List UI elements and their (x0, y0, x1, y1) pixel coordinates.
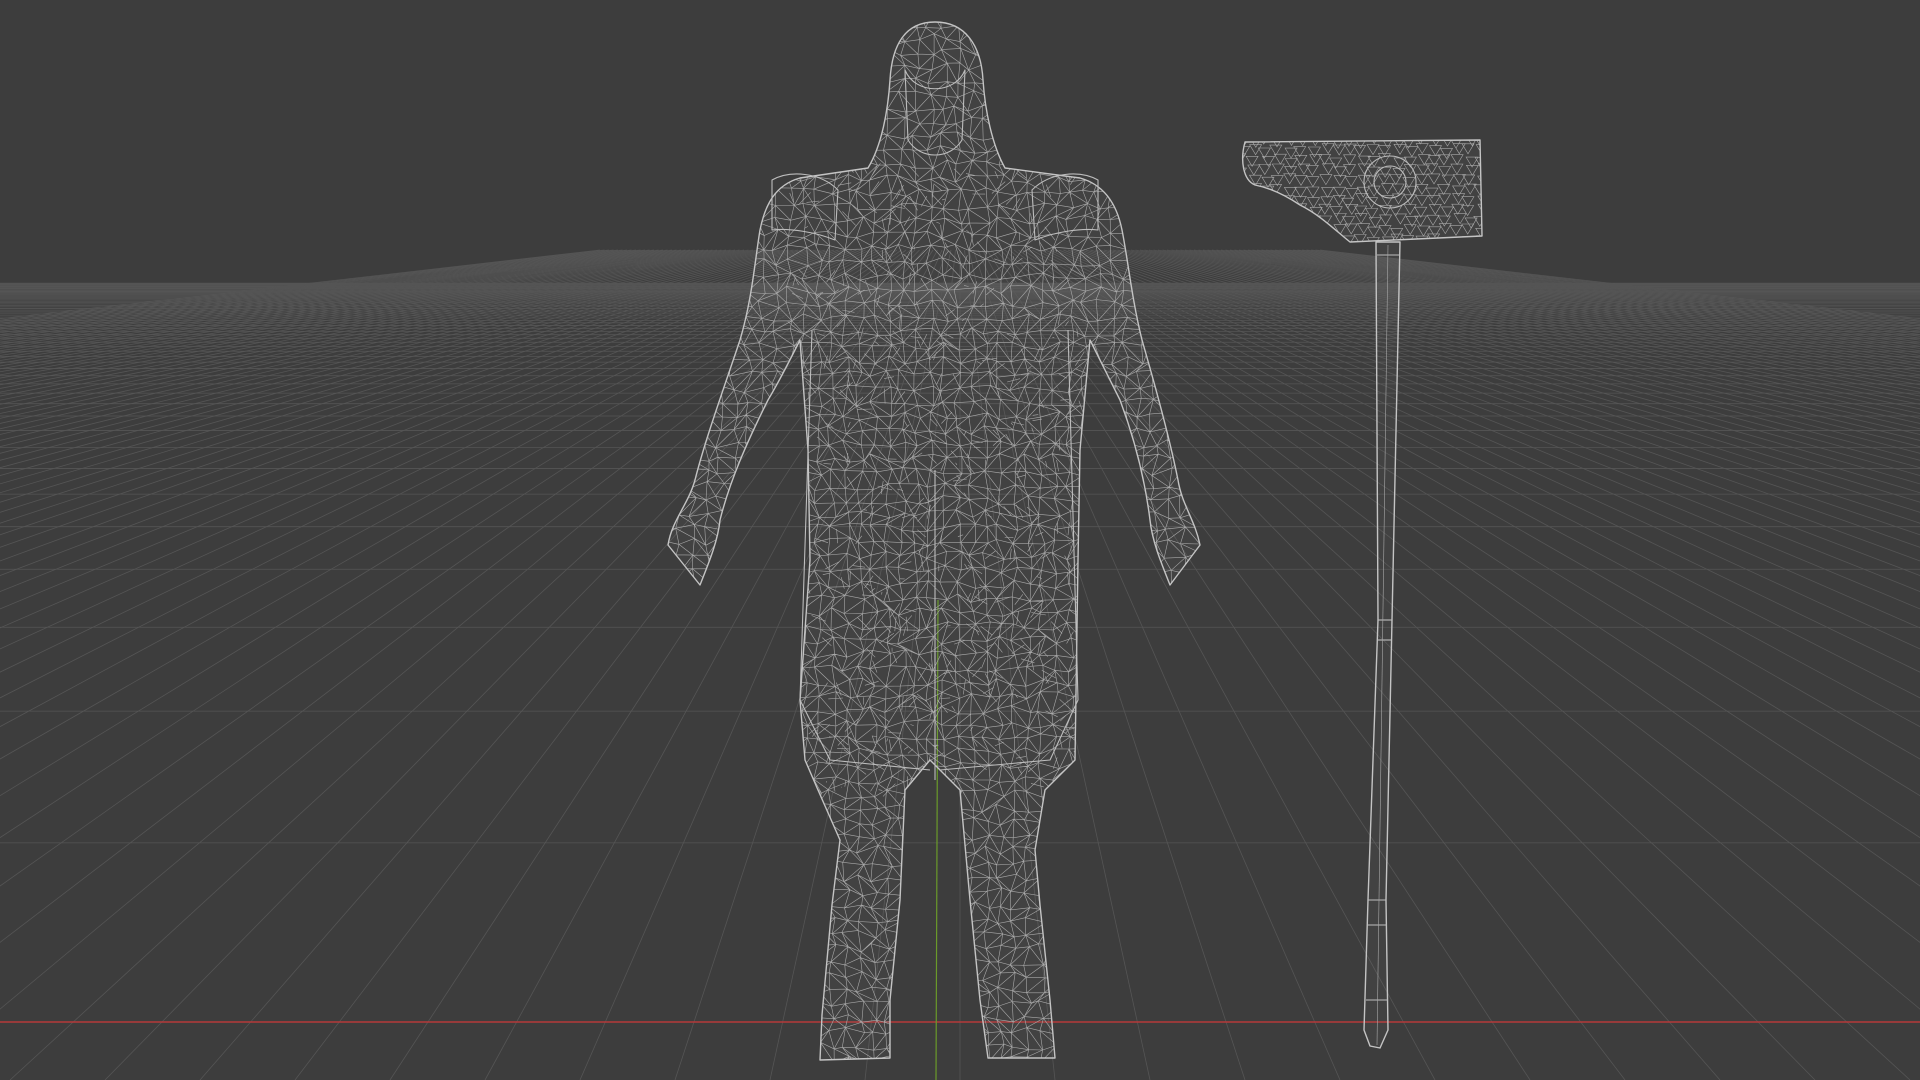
grid-line-radial (0, 249, 637, 332)
grid-line-radial (0, 249, 695, 359)
character-wireframe-mesh[interactable] (646, 6, 1215, 1078)
grid-line-radial (0, 249, 700, 361)
grid-line-radial (1261, 249, 1920, 341)
grid-line-radial (0, 249, 659, 341)
grid-line-radial (1022, 249, 1920, 839)
grid-line-radial (0, 249, 668, 345)
grid-line-radial (0, 249, 817, 485)
grid-line-radial (0, 249, 794, 448)
grid-line-radial (1252, 249, 1920, 345)
grid-line-radial (1135, 249, 1920, 435)
grid-line-radial (1247, 249, 1920, 347)
grid-line-radial (0, 249, 713, 370)
grid-line-radial (0, 249, 718, 373)
grid-line-radial (1099, 249, 1920, 494)
grid-line-radial (0, 249, 808, 469)
grid-line-radial (0, 249, 601, 320)
grid-line-radial (1198, 249, 1920, 376)
grid-line-radial (0, 249, 839, 536)
grid-line-radial (1108, 249, 1920, 476)
grid-line-radial (1027, 249, 1920, 797)
grid-line-radial (0, 249, 776, 424)
grid-line-radial (1103, 249, 1920, 485)
grid-line-radial (0, 249, 664, 343)
grid-line-radial (0, 249, 785, 435)
grid-line-radial (1081, 249, 1920, 536)
grid-line-radial (1148, 249, 1920, 419)
grid-line-radial (1238, 249, 1920, 352)
grid-line-radial (1040, 249, 1920, 699)
grid-line-radial (0, 249, 772, 419)
grid-line-radial (0, 249, 821, 494)
grid-line-radial (0, 249, 812, 476)
hammer-head-outline (1242, 139, 1483, 243)
grid-line-radial (1166, 249, 1920, 401)
grid-line-radial (0, 249, 844, 548)
character-silhouette (667, 21, 1201, 1061)
viewport-canvas[interactable] (0, 0, 1920, 1080)
grid-line-radial (1202, 249, 1920, 373)
grid-line-radial (0, 249, 754, 401)
grid-line-radial (1090, 249, 1920, 513)
grid-line-radial (1225, 249, 1920, 359)
grid-line-radial (0, 249, 673, 347)
grid-line-radial (1076, 249, 1920, 548)
grid-line-radial (0, 249, 709, 367)
grid-line-radial (1018, 249, 1920, 887)
grid-line-radial (1171, 249, 1920, 397)
grid-line-radial (1211, 249, 1920, 367)
grid-line-radial (0, 249, 650, 337)
grid-line-radial (1256, 249, 1920, 343)
hammer-handle (1363, 241, 1401, 1049)
grid-line-radial (0, 249, 646, 335)
grid-line-radial (1031, 249, 1920, 760)
grid-line-radial (1117, 249, 1920, 461)
grid-line-radial (0, 249, 682, 352)
grid-line-radial (1144, 249, 1920, 424)
grid-line-radial (1126, 249, 1920, 448)
grid-line-radial (0, 249, 722, 376)
grid-line-radial (1234, 249, 1920, 354)
grid-line-radial (0, 249, 749, 397)
grid-line-radial (1319, 249, 1920, 320)
grid-line-radial (1036, 249, 1920, 728)
grid-line-radial (1112, 249, 1920, 469)
grid-line-radial (0, 249, 677, 349)
grid-line-radial (0, 249, 632, 330)
grid-line-radial (0, 249, 686, 354)
3d-viewport[interactable] (0, 0, 1920, 1080)
grid-line-radial (1220, 249, 1920, 361)
grid-line-radial (0, 249, 803, 461)
grid-line-radial (1243, 249, 1920, 349)
grid-line-radial (0, 249, 830, 513)
grid-line-radial (1207, 249, 1920, 370)
